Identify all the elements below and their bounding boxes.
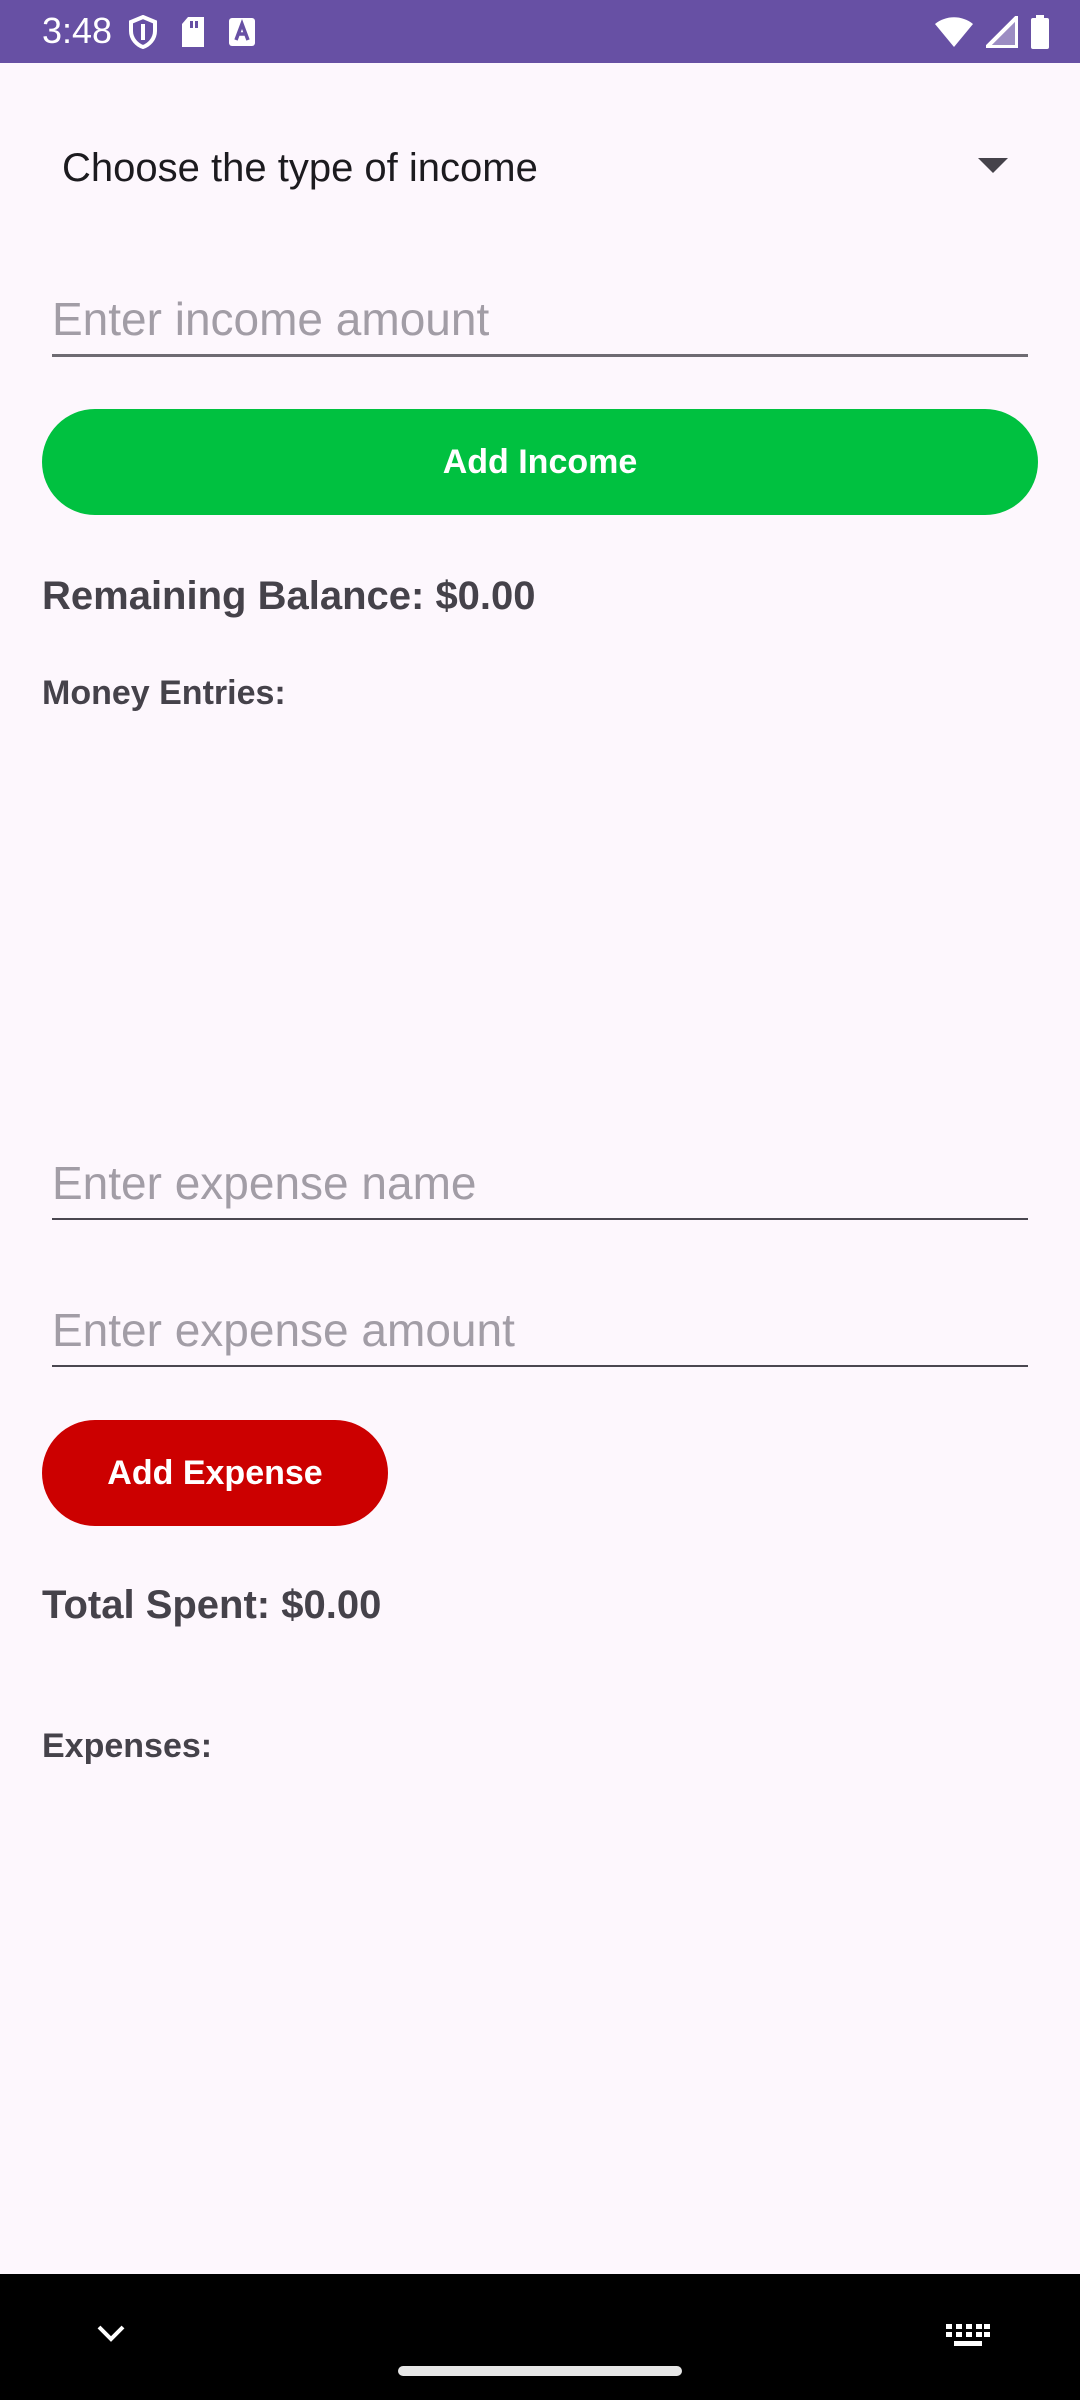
expenses-list bbox=[42, 1775, 1038, 2255]
total-spent-text: Total Spent: $0.00 bbox=[42, 1583, 382, 1627]
add-expense-button[interactable]: Add Expense bbox=[42, 1420, 388, 1526]
shield-icon bbox=[128, 15, 158, 49]
chevron-down-icon[interactable] bbox=[96, 2324, 126, 2349]
dropdown-arrow-icon bbox=[978, 158, 1008, 179]
home-gesture-handle[interactable] bbox=[398, 2366, 682, 2376]
expense-amount-input[interactable] bbox=[52, 1295, 1028, 1367]
navigation-bar bbox=[0, 2274, 1080, 2400]
add-income-button[interactable]: Add Income bbox=[42, 409, 1038, 515]
status-bar: 3:48 bbox=[0, 0, 1080, 63]
wifi-icon bbox=[934, 16, 974, 48]
text-a-icon bbox=[228, 17, 256, 47]
expenses-heading: Expenses: bbox=[42, 1727, 213, 1765]
status-system-icons bbox=[934, 12, 1050, 52]
money-entries-list bbox=[42, 720, 1038, 1130]
status-notification-icons bbox=[128, 12, 256, 52]
income-amount-input[interactable] bbox=[52, 284, 1028, 357]
battery-icon bbox=[1030, 15, 1050, 49]
sd-card-icon bbox=[180, 16, 206, 48]
signal-icon bbox=[986, 16, 1018, 48]
income-type-spinner[interactable]: Choose the type of income bbox=[42, 128, 1022, 208]
keyboard-icon[interactable] bbox=[946, 2324, 990, 2353]
app-screen: 3:48 Choose the type of income Enter inc… bbox=[0, 0, 1080, 2400]
income-type-label: Choose the type of income bbox=[62, 146, 538, 190]
remaining-balance-text: Remaining Balance: $0.00 bbox=[42, 574, 536, 618]
money-entries-heading: Money Entries: bbox=[42, 674, 286, 712]
status-time: 3:48 bbox=[42, 10, 113, 51]
expense-name-input[interactable] bbox=[52, 1148, 1028, 1220]
